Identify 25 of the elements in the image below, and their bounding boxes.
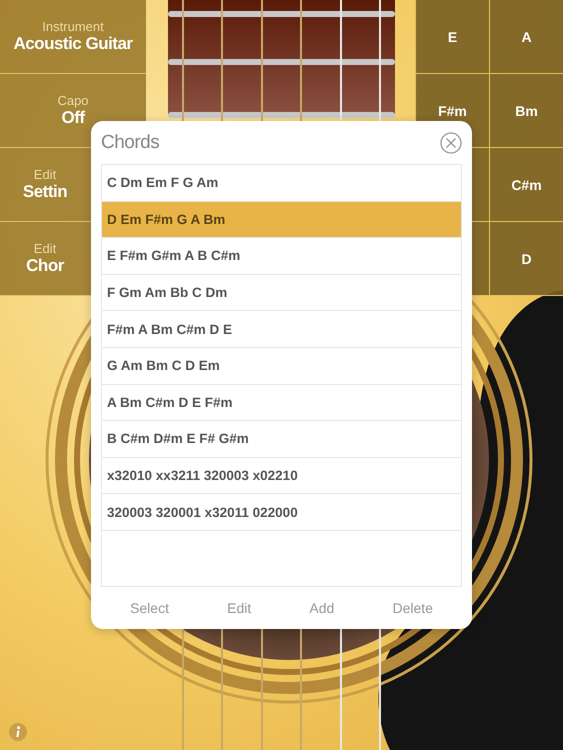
chord-pad[interactable]: C#m bbox=[490, 148, 563, 221]
chord-row[interactable]: E F#m G#m A B C#m bbox=[102, 238, 461, 275]
dialog-action[interactable]: Select bbox=[124, 596, 175, 620]
chord-row[interactable]: 320003 320001 x32011 022000 bbox=[102, 494, 461, 531]
setting-button[interactable]: Edit Chor bbox=[26, 241, 64, 276]
chord-row[interactable]: x32010 xx3211 320003 x02210 bbox=[102, 458, 461, 494]
chord-row[interactable]: F Gm Am Bb C Dm bbox=[102, 274, 461, 312]
chord-pad[interactable]: D bbox=[490, 222, 563, 295]
close-icon[interactable] bbox=[440, 132, 462, 154]
dialog-action[interactable]: Delete bbox=[386, 596, 439, 620]
chord-row[interactable]: D Em F#m G A Bm bbox=[102, 202, 461, 238]
chord-pad[interactable]: E bbox=[416, 0, 489, 73]
setting-button[interactable]: Instrument Acoustic Guitar bbox=[13, 19, 133, 54]
chord-row[interactable]: G Am Bm C D Em bbox=[102, 348, 461, 385]
info-icon[interactable] bbox=[9, 723, 27, 741]
setting-button[interactable]: Edit Settin bbox=[22, 167, 68, 202]
dialog-action[interactable]: Add bbox=[303, 596, 340, 620]
dialog-action[interactable]: Edit bbox=[221, 596, 258, 620]
setting-button[interactable]: Capo Off bbox=[57, 93, 89, 128]
chord-pad[interactable]: A bbox=[490, 0, 563, 73]
chord-row[interactable]: A Bm C#m D E F#m bbox=[102, 384, 461, 422]
chord-pad[interactable]: Bm bbox=[490, 74, 563, 147]
dialog-title: Chords bbox=[101, 132, 160, 154]
chord-row[interactable]: F#m A Bm C#m D E bbox=[102, 311, 461, 348]
chord-row[interactable]: B C#m D#m E F# G#m bbox=[102, 421, 461, 458]
